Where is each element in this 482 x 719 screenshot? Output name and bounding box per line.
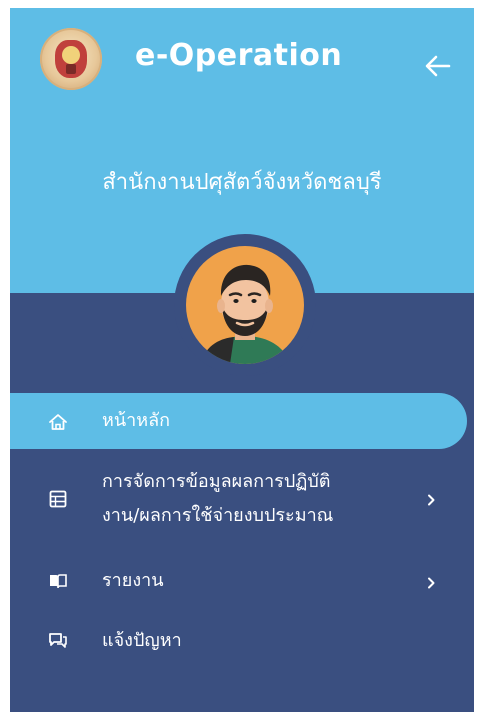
table-icon	[48, 489, 68, 509]
user-avatar[interactable]	[186, 246, 304, 364]
chat-icon	[48, 631, 68, 651]
sidebar-item-reports[interactable]: รายงาน	[10, 559, 474, 603]
office-name: สำนักงานปศุสัตว์จังหวัดชลบุรี	[102, 170, 382, 195]
sidebar-item-label: แจ้งปัญหา	[102, 630, 182, 651]
chevron-right-icon	[424, 574, 438, 589]
sidebar-item-label: หน้าหลัก	[102, 410, 171, 431]
sidebar-item-label-line1: การจัดการข้อมูลผลการปฏิบัติ	[102, 471, 331, 492]
sidebar-item-manage-results[interactable]: การจัดการข้อมูลผลการปฏิบัติ งาน/ผลการใช้…	[10, 461, 474, 537]
sidebar-item-home[interactable]: หน้าหลัก	[10, 393, 467, 449]
sidebar-panel: e-Operation สำนักงานปศุสัตว์จังหวัดชลบุร…	[10, 8, 474, 712]
sidebar-item-report-problem[interactable]: แจ้งปัญหา	[10, 619, 474, 663]
sidebar-item-label-line2: งาน/ผลการใช้จ่ายงบประมาณ	[102, 505, 334, 526]
chevron-right-icon	[424, 491, 438, 506]
arrow-left-icon[interactable]	[422, 50, 454, 82]
sidebar-item-label: รายงาน	[102, 570, 164, 591]
provincial-seal-icon	[40, 28, 102, 90]
book-icon	[48, 571, 68, 591]
app-title: e-Operation	[135, 38, 343, 73]
home-icon	[48, 412, 68, 432]
